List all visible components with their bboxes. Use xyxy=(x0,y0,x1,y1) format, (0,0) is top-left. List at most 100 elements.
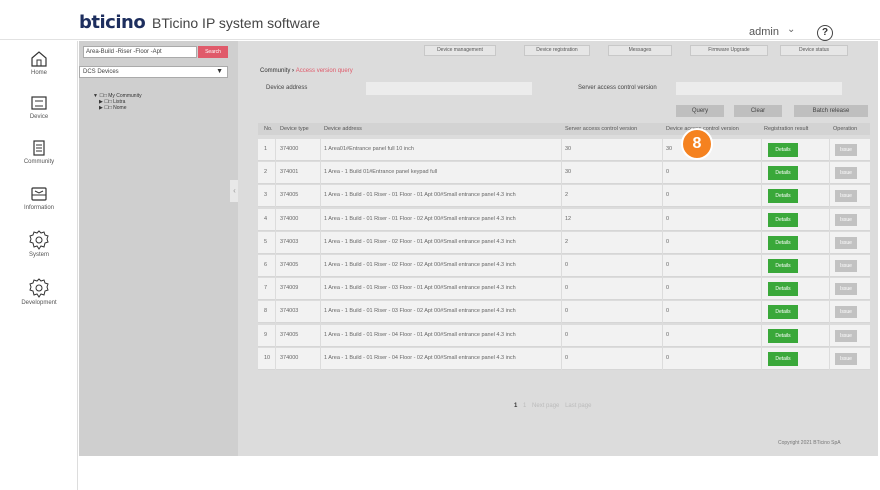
server-version: 2 xyxy=(565,238,569,245)
device-type: 374000 xyxy=(280,146,299,152)
column-divider xyxy=(320,278,321,301)
device-version: 0 xyxy=(666,285,670,292)
column-divider xyxy=(561,347,562,370)
nav-system[interactable]: System xyxy=(0,230,78,258)
device-type: 374000 xyxy=(280,215,299,222)
development-gear-icon xyxy=(29,278,49,298)
last-page-link[interactable]: Last page xyxy=(565,403,591,409)
device-type: 374005 xyxy=(280,262,299,268)
nav-information[interactable]: Information xyxy=(0,185,78,211)
column-divider xyxy=(761,139,762,161)
device-management-button[interactable]: Device management xyxy=(424,45,496,56)
chevron-down-icon[interactable]: ⌄ xyxy=(787,24,795,35)
user-menu[interactable]: admin xyxy=(749,26,779,38)
server-version: 2 xyxy=(565,192,569,199)
column-divider xyxy=(561,301,562,324)
server-version-input[interactable] xyxy=(676,82,842,95)
column-divider xyxy=(275,278,276,301)
messages-button[interactable]: Messages xyxy=(608,45,672,56)
address-search-input[interactable]: Area-Build -Riser -Floor -Apt xyxy=(83,46,197,58)
table-header: No. Device type Device address Server ac… xyxy=(258,123,870,135)
details-button[interactable]: Details xyxy=(768,235,798,250)
device-status-button[interactable]: Device status xyxy=(780,45,848,56)
issue-button[interactable]: Issue xyxy=(835,260,857,272)
column-divider xyxy=(275,347,276,370)
tree-item-label: Nome xyxy=(113,105,127,111)
details-button[interactable]: Details xyxy=(768,305,798,320)
issue-button[interactable]: Issue xyxy=(835,306,857,319)
column-divider xyxy=(320,185,321,208)
next-page-link[interactable]: Next page xyxy=(532,403,559,409)
device-address-input[interactable] xyxy=(366,82,532,95)
column-divider xyxy=(320,347,321,370)
query-button[interactable]: Query xyxy=(676,105,724,117)
issue-button[interactable]: Issue xyxy=(835,236,857,249)
nav-home[interactable]: Home xyxy=(0,50,78,76)
table-row: 10 374000 1 Area - 1 Build - 01 Riser - 04… xyxy=(258,347,870,370)
column-divider xyxy=(761,324,762,347)
issue-button[interactable]: Issue xyxy=(835,329,857,342)
issue-button[interactable]: Issue xyxy=(835,283,857,296)
breadcrumb-root[interactable]: Community xyxy=(260,68,290,74)
issue-button[interactable]: Issue xyxy=(835,213,857,226)
nav-community-label: Community xyxy=(23,159,55,165)
device-type: 374001 xyxy=(280,169,299,176)
details-button[interactable]: Details xyxy=(768,282,798,297)
device-type: 374000 xyxy=(280,354,299,361)
device-type-select[interactable]: DCS Devices ▼ xyxy=(79,66,228,78)
device-registration-button[interactable]: Device registration xyxy=(524,45,590,56)
details-button[interactable]: Details xyxy=(768,189,798,204)
column-header: Server access control version xyxy=(565,126,638,132)
details-button[interactable]: Details xyxy=(768,328,798,343)
column-divider xyxy=(662,162,663,185)
row-number: 2 xyxy=(264,169,268,176)
issue-button[interactable]: Issue xyxy=(835,190,857,203)
column-divider xyxy=(761,185,762,208)
system-gear-icon xyxy=(29,230,49,250)
issue-button[interactable]: Issue xyxy=(835,167,857,180)
column-divider xyxy=(662,208,663,231)
row-number: 3 xyxy=(264,192,268,199)
device-address: 1 Area - 1 Build - 01 Riser - 04 Floor -… xyxy=(324,354,516,361)
breadcrumb: Community › Access version query xyxy=(260,68,353,74)
help-icon[interactable]: ? xyxy=(817,25,833,41)
tree-item[interactable]: ▶ ☐□ Nome xyxy=(93,105,142,111)
column-divider xyxy=(829,231,830,254)
nav-development[interactable]: Development xyxy=(0,278,78,306)
server-version: 0 xyxy=(565,331,569,338)
issue-button[interactable]: Issue xyxy=(835,144,857,156)
details-button[interactable]: Details xyxy=(768,143,798,157)
device-type: 374009 xyxy=(280,285,299,292)
column-divider xyxy=(761,162,762,185)
column-divider xyxy=(320,231,321,254)
column-divider xyxy=(275,162,276,185)
column-divider xyxy=(275,231,276,254)
address-search-button[interactable]: Search xyxy=(198,46,228,58)
community-tree: ▼ ☐□ My Community ▶ ☐□ Listra ▶ ☐□ Nome xyxy=(93,93,142,111)
column-divider xyxy=(320,324,321,347)
batch-release-button[interactable]: Batch release xyxy=(794,105,868,117)
page-current[interactable]: 1 xyxy=(514,403,517,409)
issue-button[interactable]: Issue xyxy=(835,352,857,365)
details-button[interactable]: Details xyxy=(768,166,798,181)
clear-button[interactable]: Clear xyxy=(734,105,782,117)
page-link[interactable]: 1 xyxy=(523,403,526,409)
firmware-upgrade-button[interactable]: Firmware Upgrade xyxy=(690,45,768,56)
bticino-logo: bticino xyxy=(79,12,146,33)
column-divider xyxy=(829,139,830,161)
table-row: 3 374005 1 Area - 1 Build - 01 Riser - 01 … xyxy=(258,185,870,208)
row-number: 4 xyxy=(264,215,268,222)
column-divider xyxy=(761,301,762,324)
details-button[interactable]: Details xyxy=(768,351,798,366)
details-button[interactable]: Details xyxy=(768,259,798,273)
column-divider xyxy=(561,324,562,347)
nav-community[interactable]: Community xyxy=(0,139,78,165)
nav-device[interactable]: Device xyxy=(0,94,78,120)
details-button[interactable]: Details xyxy=(768,212,798,227)
column-divider xyxy=(275,301,276,324)
device-address-label: Device address xyxy=(266,85,308,91)
column-divider xyxy=(829,208,830,231)
nav-development-label: Development xyxy=(21,300,57,306)
row-number: 9 xyxy=(264,331,268,338)
column-header: Device address xyxy=(324,126,362,132)
